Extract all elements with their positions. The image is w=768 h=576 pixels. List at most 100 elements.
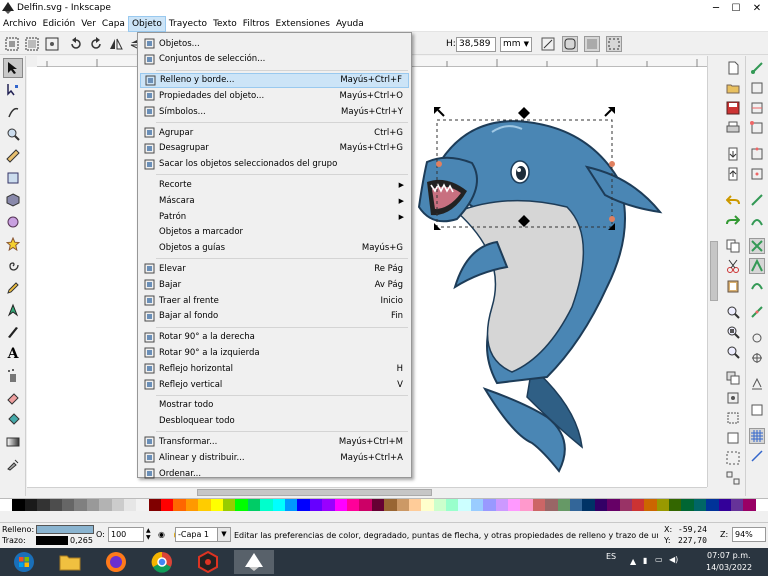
palette-swatch[interactable] xyxy=(86,499,100,511)
gradient-tool-icon[interactable] xyxy=(3,432,23,452)
language-indicator[interactable]: ES xyxy=(606,552,616,561)
palette-swatch[interactable] xyxy=(644,499,657,511)
select-all-layers-icon[interactable] xyxy=(24,36,40,52)
palette-swatch[interactable] xyxy=(483,499,496,511)
unlink-clone-icon[interactable] xyxy=(725,410,741,426)
palette-swatch[interactable] xyxy=(0,499,13,511)
scale-stroke-icon[interactable] xyxy=(540,36,556,52)
snap-intersection-icon[interactable] xyxy=(749,238,765,254)
clock-date[interactable]: 14/03/2022 xyxy=(706,563,752,572)
file-explorer-icon[interactable] xyxy=(50,550,90,574)
snap-center-icon[interactable] xyxy=(749,166,765,182)
menu-texto[interactable]: Texto xyxy=(210,16,240,32)
menu-ayuda[interactable]: Ayuda xyxy=(333,16,367,32)
palette-swatch[interactable] xyxy=(619,499,632,511)
layer-dropdown-icon[interactable]: ▼ xyxy=(217,527,231,542)
palette-swatch[interactable] xyxy=(594,499,608,511)
palette-swatch[interactable] xyxy=(61,499,75,511)
vertical-scroll-thumb[interactable] xyxy=(710,241,718,301)
menu-item-desagrupar[interactable]: Desagrupar Mayús+Ctrl+G xyxy=(140,141,409,156)
palette-swatch[interactable] xyxy=(495,499,509,511)
copy-icon[interactable] xyxy=(725,238,741,254)
palette-swatch[interactable] xyxy=(582,499,595,511)
transform-gradients-icon[interactable] xyxy=(584,36,600,52)
snap-page-border-icon[interactable] xyxy=(749,402,765,418)
palette-swatch[interactable] xyxy=(247,499,261,511)
zoom-drawing-icon[interactable] xyxy=(725,324,741,340)
unit-select[interactable]: mm ▼ xyxy=(500,37,532,52)
snap-grid-icon[interactable] xyxy=(749,428,765,444)
calligraphy-tool-icon[interactable] xyxy=(3,322,23,342)
menu-item-recorte[interactable]: Recorte ▶ xyxy=(140,177,409,192)
menu-item-rotar-90-a-la-izquierda[interactable]: Rotar 90° a la izquierda xyxy=(140,345,409,360)
palette-swatch[interactable] xyxy=(569,499,583,511)
palette-swatch[interactable] xyxy=(148,499,162,511)
zoom-page-icon[interactable] xyxy=(725,344,741,360)
snap-toggle-icon[interactable] xyxy=(749,60,765,76)
opacity-stepper[interactable]: ▲ ▼ xyxy=(146,527,156,542)
palette-swatch[interactable] xyxy=(210,499,224,511)
menu-item-transformar[interactable]: Transformar... Mayús+Ctrl+M xyxy=(140,434,409,449)
app-icon-red[interactable] xyxy=(188,550,228,574)
menu-item-rotar-90-a-la-derecha[interactable]: Rotar 90° a la derecha xyxy=(140,330,409,345)
start-button[interactable] xyxy=(4,550,44,574)
zoom-tool-icon[interactable] xyxy=(3,124,23,144)
palette-swatch[interactable] xyxy=(396,499,409,511)
palette-swatch[interactable] xyxy=(334,499,347,511)
save-icon[interactable] xyxy=(725,100,741,116)
palette-swatch[interactable] xyxy=(123,499,137,511)
palette-swatch[interactable] xyxy=(470,499,484,511)
clock-time[interactable]: 07:07 p.m. xyxy=(707,551,751,560)
menu-item-desbloquear-todo[interactable]: Desbloquear todo xyxy=(140,414,409,429)
menu-item-máscara[interactable]: Máscara ▶ xyxy=(140,193,409,208)
stroke-width-value[interactable]: 0,265 xyxy=(70,536,93,545)
palette-swatch[interactable] xyxy=(322,499,335,511)
text-tool-icon[interactable]: A xyxy=(3,344,23,364)
ellipse-tool-icon[interactable] xyxy=(3,212,23,232)
network-icon[interactable]: ▮ xyxy=(643,556,647,565)
height-field[interactable]: 38,589 xyxy=(456,37,496,52)
palette-swatch[interactable] xyxy=(669,499,682,511)
palette-swatch[interactable] xyxy=(173,499,186,511)
menu-edicion[interactable]: Edición xyxy=(40,16,79,32)
menu-item-objetos[interactable]: Objetos... xyxy=(140,36,409,51)
export-icon[interactable] xyxy=(725,166,741,182)
spiral-tool-icon[interactable] xyxy=(3,256,23,276)
palette-swatch[interactable] xyxy=(755,499,768,511)
duplicate-icon[interactable] xyxy=(725,370,741,386)
palette-swatch[interactable] xyxy=(433,499,447,511)
pen-tool-icon[interactable] xyxy=(3,300,23,320)
import-icon[interactable] xyxy=(725,146,741,162)
palette-swatch[interactable] xyxy=(136,499,149,511)
snap-guide-icon[interactable] xyxy=(749,448,765,464)
menu-item-bajar[interactable]: Bajar Av Pág xyxy=(140,277,409,292)
palette-swatch[interactable] xyxy=(408,499,422,511)
palette-swatch[interactable] xyxy=(532,499,546,511)
palette-swatch[interactable] xyxy=(446,499,459,511)
menu-item-bajar-al-fondo[interactable]: Bajar al fondo Fin xyxy=(140,309,409,324)
spray-tool-icon[interactable] xyxy=(3,366,23,386)
palette-swatch[interactable] xyxy=(731,499,744,511)
menu-item-símbolos[interactable]: Símbolos... Mayús+Ctrl+Y xyxy=(140,104,409,119)
ungroup-toolbar-icon[interactable] xyxy=(725,470,741,486)
clone-icon[interactable] xyxy=(725,390,741,406)
paste-icon[interactable] xyxy=(725,278,741,294)
paint-bucket-tool-icon[interactable] xyxy=(3,410,23,430)
opacity-field[interactable]: 100 xyxy=(108,527,144,542)
menu-filtros[interactable]: Filtros xyxy=(240,16,273,32)
snap-midpoint-icon[interactable] xyxy=(749,146,765,162)
palette-swatch[interactable] xyxy=(384,499,397,511)
snap-text-baseline-icon[interactable] xyxy=(749,376,765,392)
palette-swatch[interactable] xyxy=(235,499,248,511)
palette-swatch[interactable] xyxy=(743,499,756,511)
palette-swatch[interactable] xyxy=(718,499,732,511)
tweak-tool-icon[interactable] xyxy=(3,102,23,122)
palette-swatch[interactable] xyxy=(99,499,112,511)
palette-swatch[interactable] xyxy=(346,499,360,511)
palette-swatch[interactable] xyxy=(284,499,298,511)
menu-capa[interactable]: Capa xyxy=(99,16,128,32)
horizontal-scrollbar[interactable] xyxy=(27,487,707,497)
menu-item-propiedades-del-objeto[interactable]: Propiedades del objeto... Mayús+Ctrl+O xyxy=(140,88,409,103)
close-button[interactable]: ✕ xyxy=(747,0,767,16)
palette-swatch[interactable] xyxy=(297,499,310,511)
